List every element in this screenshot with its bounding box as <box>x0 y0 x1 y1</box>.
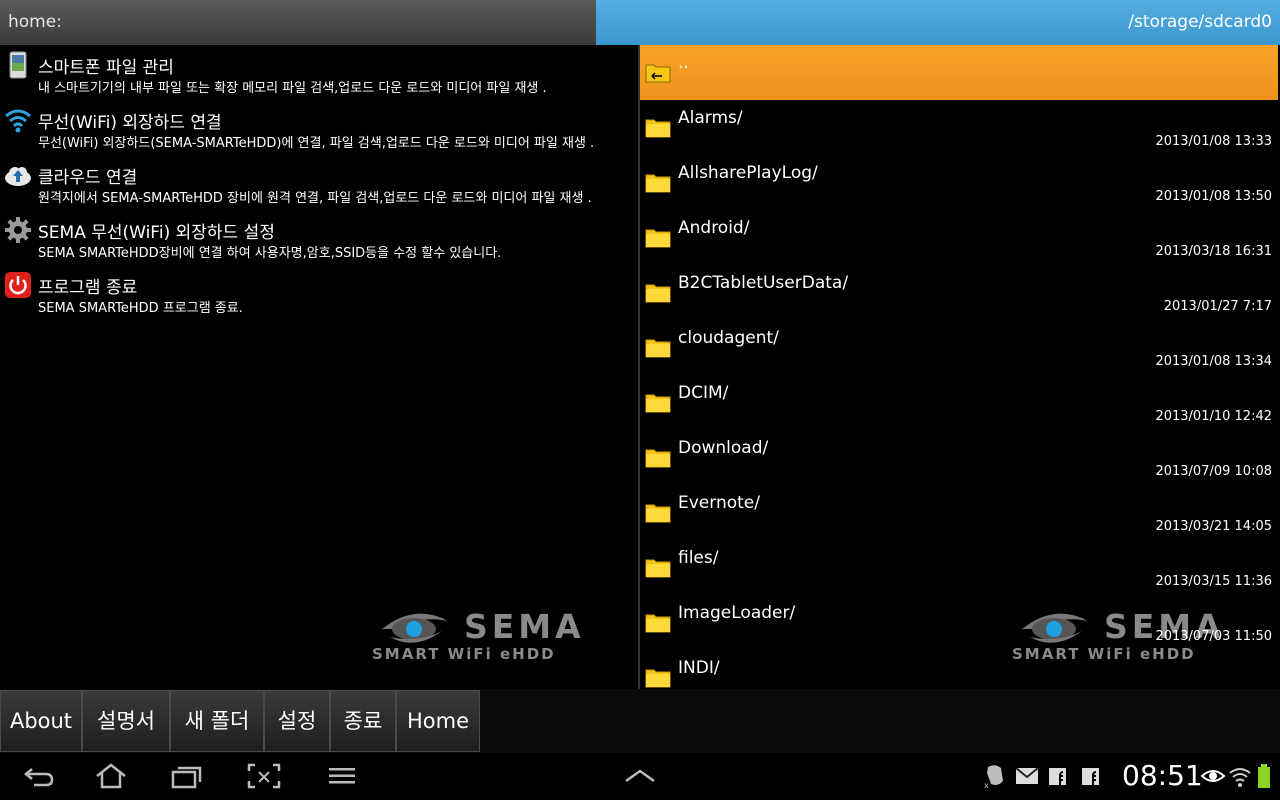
file-name: AllsharePlayLog/ <box>678 163 818 183</box>
folder-icon <box>645 504 671 523</box>
facebook-icon <box>1082 768 1099 785</box>
file-name: files/ <box>678 548 719 568</box>
file-name: B2CTabletUserData/ <box>678 273 849 293</box>
file-date: 2013/03/21 14:05 <box>1155 519 1272 534</box>
battery-icon <box>1258 764 1270 788</box>
home-icon[interactable] <box>94 763 128 789</box>
file-name: INDI/ <box>678 658 720 678</box>
evernote-icon: x <box>984 765 1003 789</box>
menu-title: 클라우드 연결 <box>38 168 138 188</box>
file-list: SEMA SMART WiFi eHDD .. Alarms/ 2013/01/… <box>640 45 1280 689</box>
settings-button[interactable]: 설정 <box>264 690 330 752</box>
screenshot-icon[interactable] <box>247 763 281 789</box>
sema-eye-icon <box>382 613 448 643</box>
file-name: .. <box>678 53 689 73</box>
file-name: Android/ <box>678 218 750 238</box>
file-row[interactable]: INDI/ <box>640 650 1280 689</box>
menu-title: 프로그램 종료 <box>38 278 138 298</box>
local-path-bar: home: <box>0 0 596 45</box>
file-row[interactable]: cloudagent/ 2013/01/08 13:34 <box>640 320 1280 375</box>
sema-logo: SEMA SMART WiFi eHDD <box>372 605 622 675</box>
menu-item-wifi-hdd[interactable]: 무선(WiFi) 외장하드 연결 무선(WiFi) 외장하드(SEMA-SMAR… <box>0 100 630 155</box>
file-row[interactable]: B2CTabletUserData/ 2013/01/27 7:17 <box>640 265 1280 320</box>
menu-title: SEMA 무선(WiFi) 외장하드 설정 <box>38 223 275 243</box>
menu-title: 무선(WiFi) 외장하드 연결 <box>38 113 222 133</box>
folder-icon <box>645 449 671 468</box>
file-date: 2013/03/18 16:31 <box>1155 244 1272 259</box>
svg-text:x: x <box>984 781 989 789</box>
folder-icon <box>645 394 671 413</box>
smart-stay-eye-icon <box>1200 770 1226 782</box>
file-date: 2013/01/27 7:17 <box>1163 299 1272 314</box>
menu-item-settings[interactable]: SEMA 무선(WiFi) 외장하드 설정 SEMA SMARTeHDD장비에 … <box>0 210 630 265</box>
folder-icon <box>645 119 671 138</box>
file-row[interactable]: Alarms/ 2013/01/08 13:33 <box>640 100 1280 155</box>
file-row[interactable]: Android/ 2013/03/18 16:31 <box>640 210 1280 265</box>
new-folder-button[interactable]: 새 폴더 <box>170 690 264 752</box>
file-date: 2013/03/15 11:36 <box>1155 574 1272 589</box>
facebook-icon <box>1049 768 1066 785</box>
file-name: Evernote/ <box>678 493 760 513</box>
menu-desc: SEMA SMARTeHDD장비에 연결 하여 사용자명,암호,SSID등을 수… <box>38 246 502 261</box>
cloud-icon <box>5 167 31 186</box>
file-name: ImageLoader/ <box>678 603 796 623</box>
about-button[interactable]: About <box>0 690 82 752</box>
file-date: 2013/07/03 11:50 <box>1155 629 1272 644</box>
menu-desc: 내 스마트기기의 내부 파일 또는 확장 메모리 파일 검색,업로드 다운 로드… <box>38 81 547 96</box>
storage-path-bar: /storage/sdcard0 <box>596 0 1280 45</box>
chevron-up-icon[interactable] <box>623 763 657 789</box>
back-icon[interactable] <box>22 763 56 789</box>
file-name: DCIM/ <box>678 383 729 403</box>
menu-icon[interactable] <box>326 763 360 789</box>
menu-desc: 무선(WiFi) 외장하드(SEMA-SMARTeHDD)에 연결, 파일 검색… <box>38 136 595 151</box>
folder-icon <box>645 614 671 633</box>
gear-icon <box>5 217 31 243</box>
file-row[interactable]: files/ 2013/03/15 11:36 <box>640 540 1280 595</box>
menu-title: 스마트폰 파일 관리 <box>38 58 174 78</box>
file-name: cloudagent/ <box>678 328 779 348</box>
file-date: 2013/01/10 12:42 <box>1155 409 1272 424</box>
wifi-signal-icon <box>1229 768 1251 787</box>
file-date: 2013/01/08 13:33 <box>1155 134 1272 149</box>
file-row[interactable]: ImageLoader/ 2013/07/03 11:50 <box>640 595 1280 650</box>
logo-word: SEMA <box>464 607 585 646</box>
file-name: Download/ <box>678 438 769 458</box>
logo-subtitle: SMART WiFi eHDD <box>372 645 556 663</box>
home-button[interactable]: Home <box>396 690 480 752</box>
system-navigation-bar: x 08:51 <box>0 753 1280 800</box>
folder-icon <box>645 669 671 688</box>
power-icon <box>5 272 31 298</box>
exit-button[interactable]: 종료 <box>330 690 396 752</box>
gmail-icon <box>1015 767 1039 784</box>
folder-icon <box>645 284 671 303</box>
file-row-parent[interactable]: .. <box>640 45 1278 100</box>
folder-icon <box>645 229 671 248</box>
clock: 08:51 <box>1122 759 1203 792</box>
parent-folder-icon <box>645 64 671 83</box>
file-row[interactable]: DCIM/ 2013/01/10 12:42 <box>640 375 1280 430</box>
folder-icon <box>645 174 671 193</box>
file-row[interactable]: Download/ 2013/07/09 10:08 <box>640 430 1280 485</box>
main-menu: 스마트폰 파일 관리 내 스마트기기의 내부 파일 또는 확장 메모리 파일 검… <box>0 45 638 689</box>
menu-item-phone-files[interactable]: 스마트폰 파일 관리 내 스마트기기의 내부 파일 또는 확장 메모리 파일 검… <box>0 45 630 100</box>
menu-desc: SEMA SMARTeHDD 프로그램 종료. <box>38 301 243 316</box>
action-button-bar: About 설명서 새 폴더 설정 종료 Home <box>0 689 1280 754</box>
menu-item-exit[interactable]: 프로그램 종료 SEMA SMARTeHDD 프로그램 종료. <box>0 265 630 320</box>
file-name: Alarms/ <box>678 108 743 128</box>
manual-button[interactable]: 설명서 <box>82 690 170 752</box>
smartphone-icon <box>9 51 27 79</box>
menu-item-cloud[interactable]: 클라우드 연결 원격지에서 SEMA-SMARTeHDD 장비에 원격 연결, … <box>0 155 630 210</box>
recent-apps-icon[interactable] <box>170 763 204 789</box>
file-date: 2013/01/08 13:50 <box>1155 189 1272 204</box>
wifi-icon <box>5 109 31 133</box>
folder-icon <box>645 339 671 358</box>
file-date: 2013/01/08 13:34 <box>1155 354 1272 369</box>
menu-desc: 원격지에서 SEMA-SMARTeHDD 장비에 원격 연결, 파일 검색,업로… <box>38 191 592 206</box>
file-row[interactable]: Evernote/ 2013/03/21 14:05 <box>640 485 1280 540</box>
file-date: 2013/07/09 10:08 <box>1155 464 1272 479</box>
folder-icon <box>645 559 671 578</box>
file-row[interactable]: AllsharePlayLog/ 2013/01/08 13:50 <box>640 155 1280 210</box>
